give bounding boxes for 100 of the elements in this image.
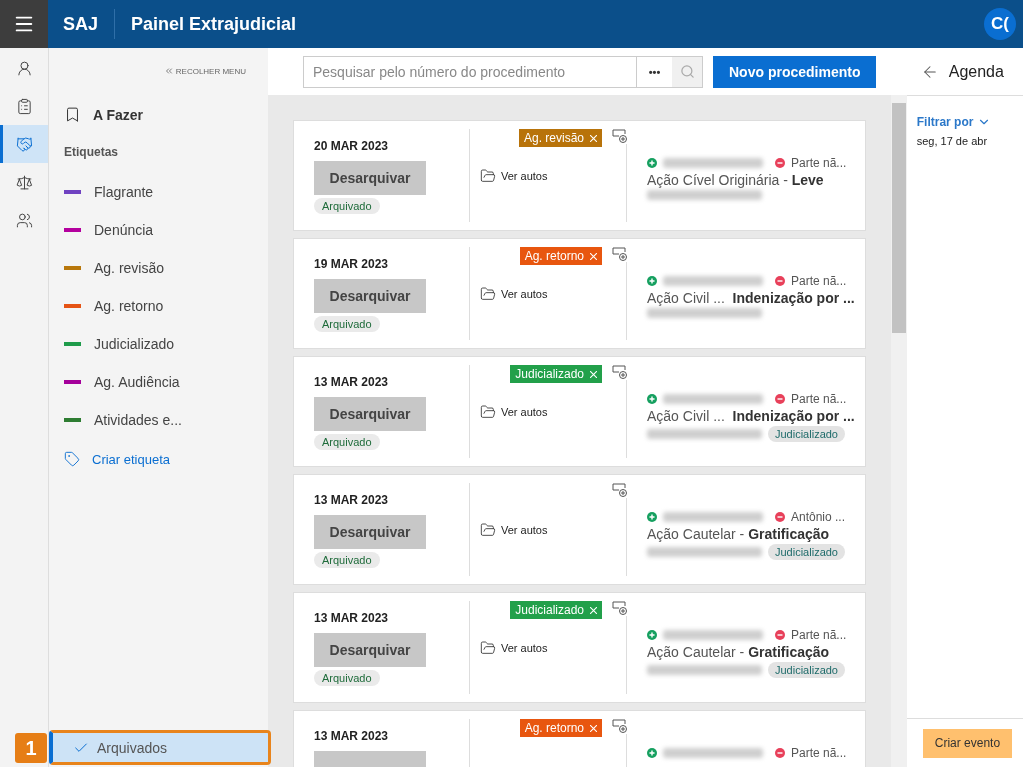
close-icon[interactable] [590,252,597,260]
tag-item[interactable]: Ag. revisão [49,249,268,287]
procedure-title: Ação Civil ... Indenização por ... [647,408,855,424]
brand-name: SAJ [63,9,115,39]
create-tag-link[interactable]: Criar etiqueta [64,451,268,467]
plus-icon [647,276,657,286]
todo-link[interactable]: A Fazer [64,106,268,123]
unarchive-button[interactable]: Desarquivar [314,397,426,431]
unarchive-button[interactable]: Desarquivar [314,161,426,195]
tag-item[interactable]: Ag. Audiência [49,363,268,401]
tag-chip[interactable]: Ag. retorno [519,247,602,265]
agenda-date: seg, 17 de abr [916,135,989,147]
scales-icon [15,173,33,191]
plus-icon [647,748,657,758]
folder-icon [480,285,496,302]
add-tag-icon[interactable] [612,718,628,734]
view-records-link[interactable]: Ver autos [480,521,548,538]
procedure-title: Ação Civil ... Indenização por ... [647,290,855,306]
unarchive-button[interactable]: Desarquivar [314,279,426,313]
folder-icon [480,403,496,420]
card-date: 13 MAR 2023 [314,729,389,743]
minus-icon [775,630,785,640]
status-chip: Arquivado [314,552,380,568]
add-tag-icon[interactable] [612,246,628,262]
procedure-title: Ação Cautelar - Gratificação [647,644,831,660]
folder-icon [480,639,496,656]
panel-title: Agenda [948,62,1004,81]
plus-icon [647,394,657,404]
handshake-icon [15,135,33,153]
plus-icon [647,630,657,640]
step-badge: 1 [15,733,47,763]
section-heading: Etiquetas [64,145,119,159]
unarchive-button[interactable]: Desarquivar [314,633,426,667]
scrollbar[interactable] [890,95,907,767]
tag-icon [64,451,80,467]
status-chip: Judicializado [768,544,845,560]
folder-icon [480,167,496,184]
search-icon [679,64,695,79]
folder-icon [480,521,496,538]
tag-item[interactable]: Denúncia [49,211,268,249]
clipboard-icon [15,97,33,115]
add-tag-icon[interactable] [612,364,628,380]
minus-icon [775,394,785,404]
plus-icon [647,158,657,168]
party-name: Parte nã... [791,156,847,170]
card-date: 13 MAR 2023 [314,375,389,389]
minus-icon [775,748,785,758]
new-procedure-button[interactable]: Novo procedimento [713,55,877,88]
card-date: 19 MAR 2023 [314,257,389,271]
status-chip: Arquivado [314,316,380,332]
tag-item[interactable]: Judicializado [49,325,268,363]
card-date: 20 MAR 2023 [314,139,389,153]
procedure-title: Ação Cautelar - Gratificação [647,526,831,542]
person-icon [15,59,33,77]
add-tag-icon[interactable] [612,482,628,498]
card-date: 13 MAR 2023 [314,493,389,507]
create-event-button[interactable]: Criar evento [922,728,1013,758]
tag-item[interactable]: Ag. retorno [49,287,268,325]
plus-icon [647,512,657,522]
search-field[interactable]: Pesquisar pelo número do procedimento ••• [303,55,703,88]
archived-item[interactable]: Arquivados [49,730,271,765]
view-records-link[interactable]: Ver autos [480,639,548,656]
close-icon[interactable] [590,370,597,378]
rail-button[interactable] [0,125,48,163]
tag-item[interactable]: Flagrante [49,173,268,211]
card-date: 13 MAR 2023 [314,611,389,625]
close-icon[interactable] [590,134,597,142]
close-icon[interactable] [590,724,597,732]
minus-icon [775,158,785,168]
tag-item[interactable]: Atividades e... [49,401,268,439]
minus-icon [775,512,785,522]
menu-button[interactable] [0,0,48,48]
party-name: Parte nã... [791,274,847,288]
user-avatar[interactable]: C( [984,8,1016,40]
view-records-link[interactable]: Ver autos [480,167,548,184]
view-records-link[interactable]: Ver autos [480,285,548,302]
status-chip: Arquivado [314,198,380,214]
add-tag-icon[interactable] [612,600,628,616]
add-tag-icon[interactable] [612,128,628,144]
tag-chip[interactable]: Ag. retorno [519,719,602,737]
party-name: Antônio ... [791,510,846,524]
page-title: Painel Extrajudicial [131,13,297,35]
unarchive-button[interactable]: Desarquivar [314,515,426,549]
view-records-link[interactable]: Ver autos [480,403,548,420]
status-chip: Arquivado [314,670,380,686]
filter-dropdown[interactable]: Filtrar por [916,115,1023,129]
bookmark-icon [64,106,81,123]
party-name: Parte nã... [791,628,847,642]
party-name: Parte nã... [791,746,847,760]
tag-chip[interactable]: Ag. revisão [518,129,602,147]
double-chevron-icon [163,66,174,76]
close-icon[interactable] [590,606,597,614]
status-chip: Judicializado [768,662,845,678]
status-chip: Arquivado [314,434,380,450]
party-name: Parte nã... [791,392,847,406]
minus-icon [775,276,785,286]
people-icon [15,211,33,229]
status-chip: Judicializado [768,426,845,442]
collapse-menu-link[interactable]: RECOLHER MENU [163,66,246,76]
procedure-title: Ação Cível Originária - Leve [647,172,825,188]
